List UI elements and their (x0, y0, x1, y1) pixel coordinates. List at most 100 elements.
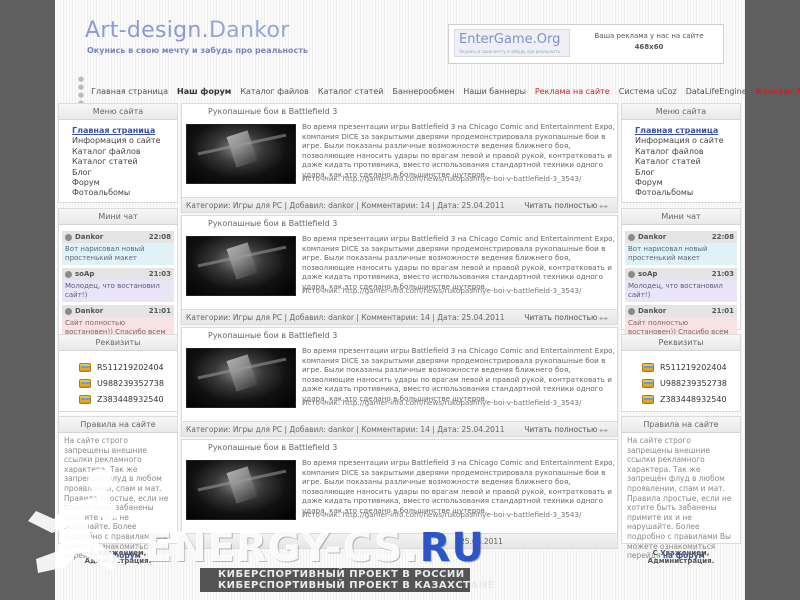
menu-item-blog[interactable]: Блог (72, 168, 177, 178)
user-icon (628, 233, 635, 241)
post-body: Во время презентации игры Battlefield 3 … (181, 231, 618, 309)
user-icon (65, 307, 72, 315)
post-image[interactable] (186, 348, 296, 408)
wallet-row: R511219202404 (79, 359, 177, 375)
wallet-icon (79, 362, 91, 372)
post-meta: Категории: Игры для PC | Добавил: dankor… (186, 201, 505, 210)
chat-time: 22:08 (711, 233, 734, 241)
wallet-row: U988239352738 (642, 375, 740, 391)
menu-item-about[interactable]: Информация о сайте (72, 136, 177, 146)
nav-articles[interactable]: Каталог статей (318, 87, 384, 96)
chat-text: Вот нарисовал новый простенький макет (62, 243, 174, 265)
read-more-label: Читать полностью (524, 313, 598, 322)
wallet-row: R511219202404 (642, 359, 740, 375)
mini-chat-block: Мини чат Dankor 22:08 Вот нарисовал новый… (621, 208, 741, 348)
logo-bold: Dankor (208, 18, 290, 43)
rules-body: На сайте строго запрещены внешние ссылки… (627, 436, 732, 561)
chat-time: 21:01 (148, 307, 171, 315)
banner-text: Ваша реклама у нас на сайте 468x60 (579, 31, 719, 53)
wallet-number: Z383448932540 (660, 394, 727, 404)
user-icon (628, 270, 635, 278)
chat-text: Молодец, что востановил сайт!) (625, 280, 737, 302)
chat-message-header: Dankor 22:08 (62, 231, 174, 243)
post-image[interactable] (186, 460, 296, 520)
double-arrow-icon: ►► (599, 315, 609, 322)
post-body: Во время презентации игры Battlefield 3 … (181, 119, 618, 197)
chat-user[interactable]: Dankor (638, 233, 666, 241)
nav-advertising[interactable]: Реклама на сайте (535, 87, 610, 96)
menu-item-home[interactable]: Главная страница (635, 126, 740, 136)
nav-dle[interactable]: DataLifeEngine (686, 87, 747, 96)
top-nav: ● ● ● ● Главная страница Наш форум Катал… (55, 75, 800, 107)
menu-item-about[interactable]: Информация о сайте (635, 136, 740, 146)
requisites-list: R511219202404 U988239352738 Z38344893254… (622, 351, 740, 407)
mini-chat-title: Мини чат (59, 209, 177, 225)
post-text: Во время презентации игры Battlefield 3 … (302, 234, 615, 291)
page: Art-design.Dankor Окунись в свою мечту и… (55, 0, 800, 600)
wallet-icon (642, 378, 654, 388)
chat-message-header: Dankor 22:08 (625, 231, 737, 243)
nav-home[interactable]: Главная страница (91, 87, 168, 96)
post-title[interactable]: Рукопашные бои в Battlefield 3 (181, 103, 618, 119)
post-title[interactable]: Рукопашные бои в Battlefield 3 (181, 439, 618, 455)
menu-item-files[interactable]: Каталог файлов (635, 147, 740, 157)
nav-contest[interactable]: Конкурс №1 (756, 87, 800, 96)
news-post: Рукопашные бои в Battlefield 3 Во время … (181, 327, 618, 437)
menu-item-photos[interactable]: Фотоальбомы (72, 188, 177, 198)
post-source: Источник: http://gamer-info.com/news/ruk… (302, 510, 582, 519)
menu-item-forum[interactable]: Форум (635, 178, 740, 188)
chat-message: Dankor 22:08 Вот нарисовал новый простень… (62, 231, 174, 265)
requisites-list: R511219202404 U988239352738 Z38344893254… (59, 351, 177, 407)
read-more-link[interactable]: Читать полностью ►► (524, 422, 609, 439)
read-more-label: Читать полностью (524, 425, 598, 434)
read-more-link[interactable]: Читать полностью ►► (524, 198, 609, 215)
wallet-number: R511219202404 (97, 362, 164, 372)
menu-item-articles[interactable]: Каталог статей (635, 157, 740, 167)
menu-item-photos[interactable]: Фотоальбомы (635, 188, 740, 198)
chat-message: Dankor 22:08 Вот нарисовал новый простень… (625, 231, 737, 265)
wallet-row: Z383448932540 (642, 391, 740, 407)
post-image[interactable] (186, 124, 296, 184)
wallet-icon (79, 394, 91, 404)
site-logo[interactable]: Art-design.Dankor (85, 18, 290, 43)
banner-size: 468x60 (634, 43, 664, 51)
post-source: Источник: http://gamer-info.com/news/ruk… (302, 174, 582, 183)
menu-item-home[interactable]: Главная страница (72, 126, 177, 136)
chat-user[interactable]: Dankor (638, 307, 666, 315)
banner-logo[interactable]: EnterGame.Org Окунись в свою мечту и заб… (454, 29, 570, 57)
wallet-number: R511219202404 (660, 362, 727, 372)
menu-item-blog[interactable]: Блог (635, 168, 740, 178)
post-meta: Категории: Игры для PC | Добавил: dankor… (186, 425, 505, 434)
post-title[interactable]: Рукопашные бои в Battlefield 3 (181, 327, 618, 343)
nav-files[interactable]: Каталог файлов (240, 87, 309, 96)
chat-user[interactable]: Dankor (75, 307, 103, 315)
nav-banner-exchange[interactable]: Баннерообмен (393, 87, 455, 96)
chat-time: 21:03 (148, 270, 171, 278)
chat-text: Молодец, что востановил сайт!) (62, 280, 174, 302)
requisites-block: Реквизиты R511219202404 U988239352738 Z3… (58, 334, 178, 412)
news-post: Рукопашные бои в Battlefield 3 Во время … (181, 439, 618, 549)
nav-our-banners[interactable]: Наши баннеры (463, 87, 526, 96)
menu-item-files[interactable]: Каталог файлов (72, 147, 177, 157)
post-text: Во время презентации игры Battlefield 3 … (302, 122, 615, 179)
read-more-link[interactable]: Читать полностью ►► (524, 310, 609, 327)
site-menu-block: Меню сайта Главная страница Информация о… (621, 103, 741, 203)
post-title[interactable]: Рукопашные бои в Battlefield 3 (181, 215, 618, 231)
post-body: Во время презентации игры Battlefield 3 … (181, 343, 618, 421)
chat-user[interactable]: soAp (75, 270, 94, 278)
menu-item-forum[interactable]: Форум (72, 178, 177, 188)
nav-ucoz[interactable]: Система uCoz (619, 87, 677, 96)
nav-forum[interactable]: Наш форум (177, 87, 231, 96)
chat-message-header: soAp 21:03 (625, 268, 737, 280)
post-image[interactable] (186, 236, 296, 296)
logo-main: Art-design. (85, 18, 209, 43)
wallet-row: Z383448932540 (79, 391, 177, 407)
chat-user[interactable]: soAp (638, 270, 657, 278)
wallet-number: Z383448932540 (97, 394, 164, 404)
ad-banner[interactable]: EnterGame.Org Окунись в свою мечту и заб… (448, 24, 724, 64)
double-arrow-icon: ►► (599, 427, 609, 434)
post-meta: 25.04.2011 (460, 537, 503, 546)
menu-item-articles[interactable]: Каталог статей (72, 157, 177, 167)
site-menu: Главная страница Информация о сайте Ката… (622, 120, 740, 199)
chat-user[interactable]: Dankor (75, 233, 103, 241)
